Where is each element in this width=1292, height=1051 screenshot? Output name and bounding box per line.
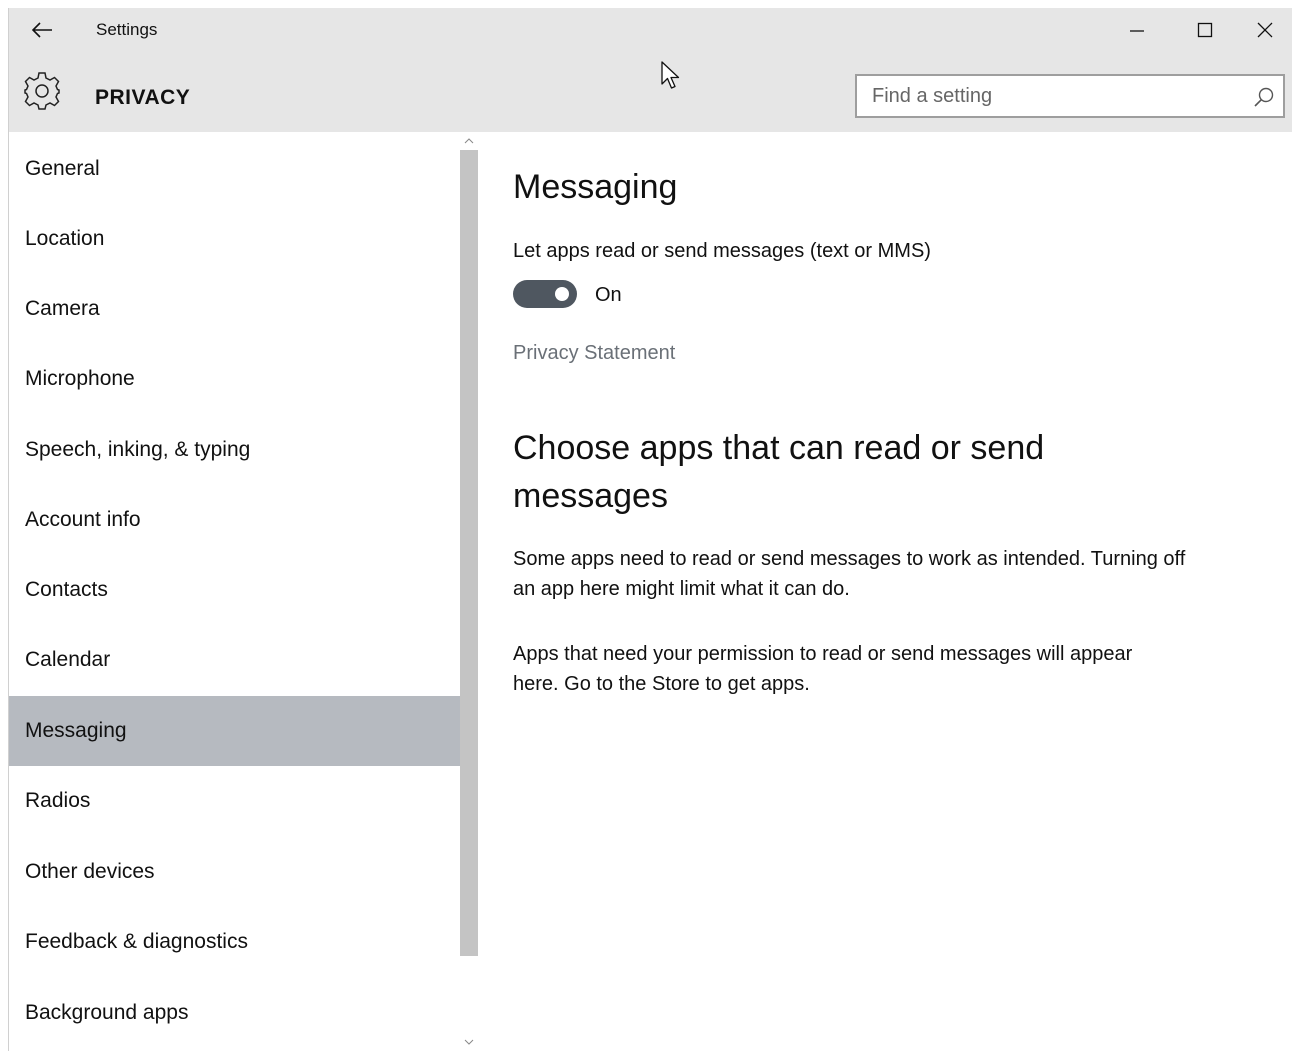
- sidebar-item-radios[interactable]: Radios: [8, 766, 460, 836]
- search-input[interactable]: [857, 76, 1252, 116]
- scroll-up-button[interactable]: [460, 132, 478, 150]
- back-arrow-icon: [31, 22, 52, 38]
- apps-heading: Choose apps that can read or send messag…: [513, 429, 1045, 515]
- title-bar: Settings: [8, 8, 1292, 52]
- minimize-button[interactable]: [1104, 8, 1170, 52]
- sidebar-nav: General Location Camera Microphone Speec…: [8, 132, 460, 1051]
- sidebar-item-messaging[interactable]: Messaging: [8, 696, 460, 766]
- close-button[interactable]: [1238, 8, 1292, 52]
- sidebar-item-general[interactable]: General: [8, 134, 460, 204]
- sidebar-item-background-apps[interactable]: Background apps: [8, 978, 460, 1048]
- section-title: PRIVACY: [95, 86, 191, 109]
- minimize-icon: [1130, 30, 1144, 32]
- maximize-button[interactable]: [1172, 8, 1238, 52]
- sidebar-item-calendar[interactable]: Calendar: [8, 625, 460, 695]
- sidebar-item-feedback[interactable]: Feedback & diagnostics: [8, 907, 460, 977]
- sidebar-scrollbar[interactable]: [460, 132, 478, 1051]
- sidebar-item-microphone[interactable]: Microphone: [8, 344, 460, 414]
- sidebar-item-account-info[interactable]: Account info: [8, 485, 460, 555]
- empty-state-text: Apps that need your permission to read o…: [513, 643, 1133, 695]
- sidebar-item-speech[interactable]: Speech, inking, & typing: [8, 415, 460, 485]
- close-icon: [1257, 22, 1273, 38]
- settings-window: Settings PRIVACY Find a setting General …: [8, 8, 1292, 1051]
- search-box[interactable]: [855, 74, 1285, 118]
- toggle-label: Let apps read or send messages (text or …: [513, 240, 931, 262]
- sidebar-item-contacts[interactable]: Contacts: [8, 555, 460, 625]
- sidebar-item-location[interactable]: Location: [8, 204, 460, 274]
- messaging-toggle[interactable]: [513, 280, 577, 308]
- window-title: Settings: [96, 20, 158, 39]
- sidebar-item-other-devices[interactable]: Other devices: [8, 837, 460, 907]
- window-border: [8, 8, 9, 1051]
- search-icon[interactable]: [1253, 86, 1275, 108]
- scroll-thumb[interactable]: [460, 150, 478, 956]
- main-content: Messaging Let apps read or send messages…: [513, 132, 1273, 1051]
- chevron-up-icon: [464, 138, 474, 144]
- page-title: Messaging: [513, 168, 678, 206]
- scroll-down-button[interactable]: [460, 1033, 478, 1051]
- toggle-knob: [555, 287, 569, 301]
- top-strip: [0, 0, 1292, 8]
- settings-header: PRIVACY: [8, 52, 1292, 132]
- gear-icon: [24, 72, 60, 110]
- mouse-cursor-icon: [661, 61, 680, 89]
- back-button[interactable]: [26, 16, 58, 44]
- toggle-state-text: On: [595, 284, 622, 306]
- chevron-down-icon: [464, 1039, 474, 1045]
- privacy-statement-link[interactable]: Privacy Statement: [513, 342, 675, 365]
- description-text: Some apps need to read or send messages …: [513, 548, 1186, 600]
- maximize-icon: [1197, 22, 1213, 38]
- sidebar-item-camera[interactable]: Camera: [8, 274, 460, 344]
